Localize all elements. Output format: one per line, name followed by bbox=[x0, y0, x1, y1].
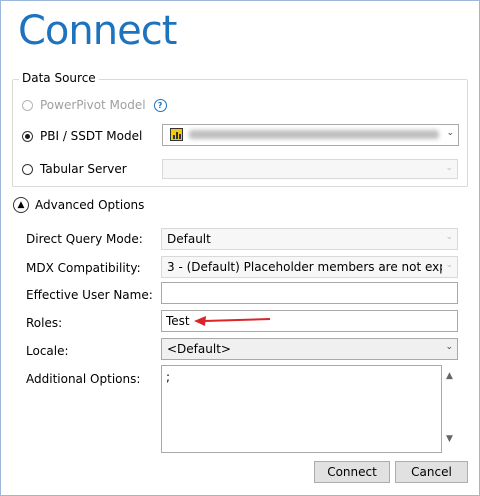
additional-options-textarea[interactable]: ; bbox=[161, 365, 442, 453]
radio-tabular[interactable]: Tabular Server bbox=[22, 159, 127, 179]
radio-powerpivot-label: PowerPivot Model bbox=[40, 98, 146, 112]
advanced-options-toggle[interactable]: ▲ Advanced Options bbox=[13, 197, 144, 213]
roles-value: Test bbox=[166, 314, 190, 328]
radio-powerpivot-circle[interactable] bbox=[22, 99, 33, 111]
scroll-up-icon[interactable]: ▲ bbox=[446, 371, 453, 381]
mdx-compatibility-value: 3 - (Default) Placeholder members are no… bbox=[167, 260, 442, 274]
direct-query-select[interactable]: Default ⌄ bbox=[161, 228, 458, 250]
chevron-down-icon[interactable]: ⌄ bbox=[445, 342, 453, 352]
annotation-arrow bbox=[194, 316, 271, 326]
pbi-model-select[interactable]: ⌄ bbox=[162, 124, 459, 146]
roles-label: Roles: bbox=[26, 316, 63, 330]
locale-label: Locale: bbox=[26, 344, 69, 358]
direct-query-value: Default bbox=[167, 232, 211, 246]
chevron-down-icon[interactable]: ⌄ bbox=[445, 163, 453, 173]
chevron-down-icon[interactable]: ⌄ bbox=[446, 128, 454, 138]
powerbi-icon bbox=[170, 128, 183, 141]
chevron-up-icon[interactable]: ▲ bbox=[13, 197, 29, 213]
effective-user-input[interactable] bbox=[161, 282, 458, 304]
effective-user-label: Effective User Name: bbox=[26, 288, 153, 302]
pbi-model-value-blurred bbox=[189, 130, 439, 139]
radio-tabular-circle[interactable] bbox=[22, 163, 33, 175]
mdx-compatibility-select[interactable]: 3 - (Default) Placeholder members are no… bbox=[161, 256, 458, 278]
radio-powerpivot[interactable]: PowerPivot Model ? bbox=[22, 95, 167, 115]
chevron-down-icon[interactable]: ⌄ bbox=[445, 232, 453, 242]
additional-options-label: Additional Options: bbox=[26, 372, 141, 386]
radio-tabular-label: Tabular Server bbox=[40, 162, 127, 176]
tabular-server-select[interactable]: ⌄ bbox=[162, 159, 458, 179]
chevron-down-icon[interactable]: ⌄ bbox=[445, 260, 453, 270]
help-icon[interactable]: ? bbox=[153, 98, 167, 112]
radio-pbi-circle[interactable] bbox=[22, 130, 33, 142]
locale-select[interactable]: <Default> ⌄ bbox=[161, 338, 458, 360]
dialog-title: Connect bbox=[18, 8, 177, 54]
advanced-options-label: Advanced Options bbox=[35, 198, 145, 212]
locale-value: <Default> bbox=[167, 342, 231, 356]
additional-options-value: ; bbox=[166, 370, 171, 384]
radio-pbi[interactable]: PBI / SSDT Model bbox=[22, 126, 142, 146]
data-source-label: Data Source bbox=[19, 71, 99, 85]
mdx-compatibility-label: MDX Compatibility: bbox=[26, 261, 141, 275]
radio-pbi-label: PBI / SSDT Model bbox=[40, 129, 143, 143]
cancel-button[interactable]: Cancel bbox=[395, 461, 468, 483]
direct-query-label: Direct Query Mode: bbox=[26, 232, 143, 246]
scroll-down-icon[interactable]: ▼ bbox=[446, 434, 453, 444]
connect-button[interactable]: Connect bbox=[314, 461, 390, 483]
